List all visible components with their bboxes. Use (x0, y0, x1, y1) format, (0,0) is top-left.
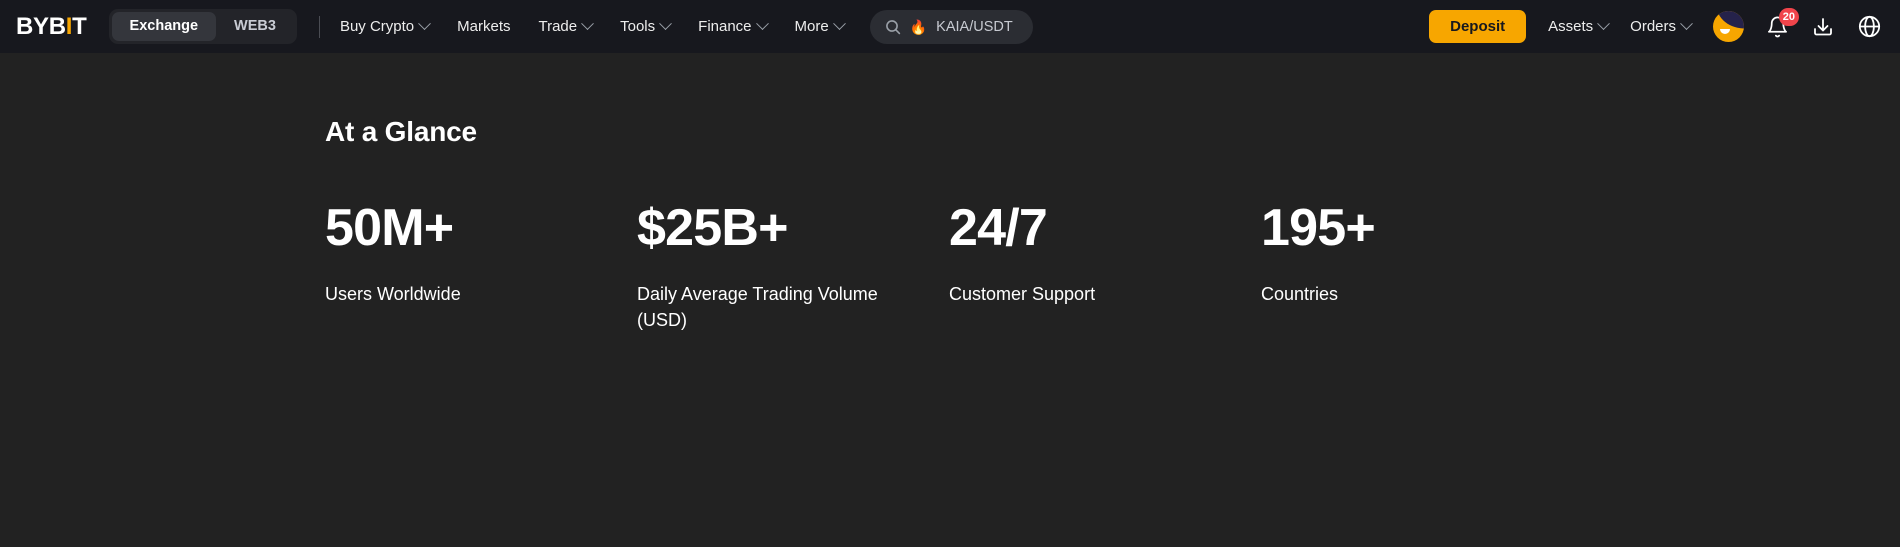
header-divider (318, 15, 320, 38)
nav-item-assets[interactable]: Assets (1548, 17, 1611, 35)
nav-item-markets[interactable]: Markets (457, 18, 510, 35)
at-a-glance-section: At a Glance 50M+ Users Worldwide $25B+ D… (0, 53, 1900, 333)
nav-label-orders: Orders (1630, 18, 1676, 35)
nav-item-more[interactable]: More (794, 17, 846, 35)
stats-row: 50M+ Users Worldwide $25B+ Daily Average… (325, 202, 1900, 333)
avatar-image (1713, 11, 1744, 42)
search-icon (885, 19, 900, 34)
logo-text-prefix: BYB (16, 12, 66, 40)
avatar-mouth-shape (1720, 29, 1730, 34)
nav-label-buy-crypto: Buy Crypto (339, 18, 415, 35)
stat-item-users: 50M+ Users Worldwide (325, 202, 637, 333)
nav-label-markets: Markets (457, 18, 511, 35)
stat-item-support: 24/7 Customer Support (949, 202, 1261, 333)
stat-value: 195+ (1261, 199, 1376, 257)
chevron-down-icon (1680, 17, 1693, 31)
nav-item-orders[interactable]: Orders (1630, 17, 1693, 35)
language-button[interactable] (1857, 14, 1882, 39)
chevron-down-icon (832, 17, 846, 31)
stat-label: Countries (1261, 284, 1339, 304)
download-app-button[interactable] (1811, 15, 1835, 39)
globe-icon (1858, 15, 1881, 38)
nav-item-finance[interactable]: Finance (698, 17, 769, 35)
top-navigation-bar: BYB I T Exchange WEB3 Buy Crypto Markets T… (0, 0, 1900, 53)
logo-text-suffix: T (72, 12, 87, 40)
chevron-down-icon (1597, 17, 1611, 31)
nav-label-finance: Finance (698, 18, 752, 35)
nav-label-assets: Assets (1548, 18, 1594, 35)
chevron-down-icon (581, 17, 594, 31)
nav-label-more: More (794, 18, 829, 35)
nav-item-trade[interactable]: Trade (538, 17, 594, 35)
chevron-down-icon (659, 17, 673, 31)
bybit-logo[interactable]: BYB I T (16, 13, 87, 41)
flame-icon: 🔥 (909, 18, 928, 35)
header-right-zone: Deposit Assets Orders 20 (1429, 7, 1882, 43)
stat-value: $25B+ (637, 199, 788, 257)
platform-switcher: Exchange WEB3 (108, 9, 297, 44)
stat-label: Customer Support (949, 284, 1096, 304)
chevron-down-icon (755, 17, 769, 31)
page-title: At a Glance (325, 116, 477, 147)
notification-badge: 20 (1778, 7, 1799, 26)
stat-value: 50M+ (325, 199, 454, 257)
download-icon (1814, 17, 1832, 35)
stat-label: Users Worldwide (325, 284, 461, 304)
stat-label: Daily Average Trading Volume (USD) (637, 284, 878, 330)
nav-item-buy-crypto[interactable]: Buy Crypto (339, 17, 432, 35)
notifications-button[interactable]: 20 (1766, 7, 1799, 39)
chevron-down-icon (418, 17, 432, 31)
nav-item-tools[interactable]: Tools (620, 17, 673, 35)
stat-value: 24/7 (949, 199, 1048, 257)
avatar[interactable] (1713, 11, 1744, 42)
search-input[interactable]: 🔥 KAIA/USDT (869, 9, 1033, 44)
nav-label-trade: Trade (538, 18, 578, 35)
search-value: KAIA/USDT (936, 18, 1013, 35)
segment-exchange[interactable]: Exchange (111, 12, 217, 41)
stat-item-countries: 195+ Countries (1261, 199, 1376, 333)
main-nav: Buy Crypto Markets Trade Tools Finance M… (339, 17, 846, 35)
segment-web3[interactable]: WEB3 (216, 12, 294, 41)
deposit-button[interactable]: Deposit (1429, 10, 1527, 43)
nav-label-tools: Tools (620, 18, 656, 35)
stat-item-volume: $25B+ Daily Average Trading Volume (USD) (637, 202, 949, 333)
